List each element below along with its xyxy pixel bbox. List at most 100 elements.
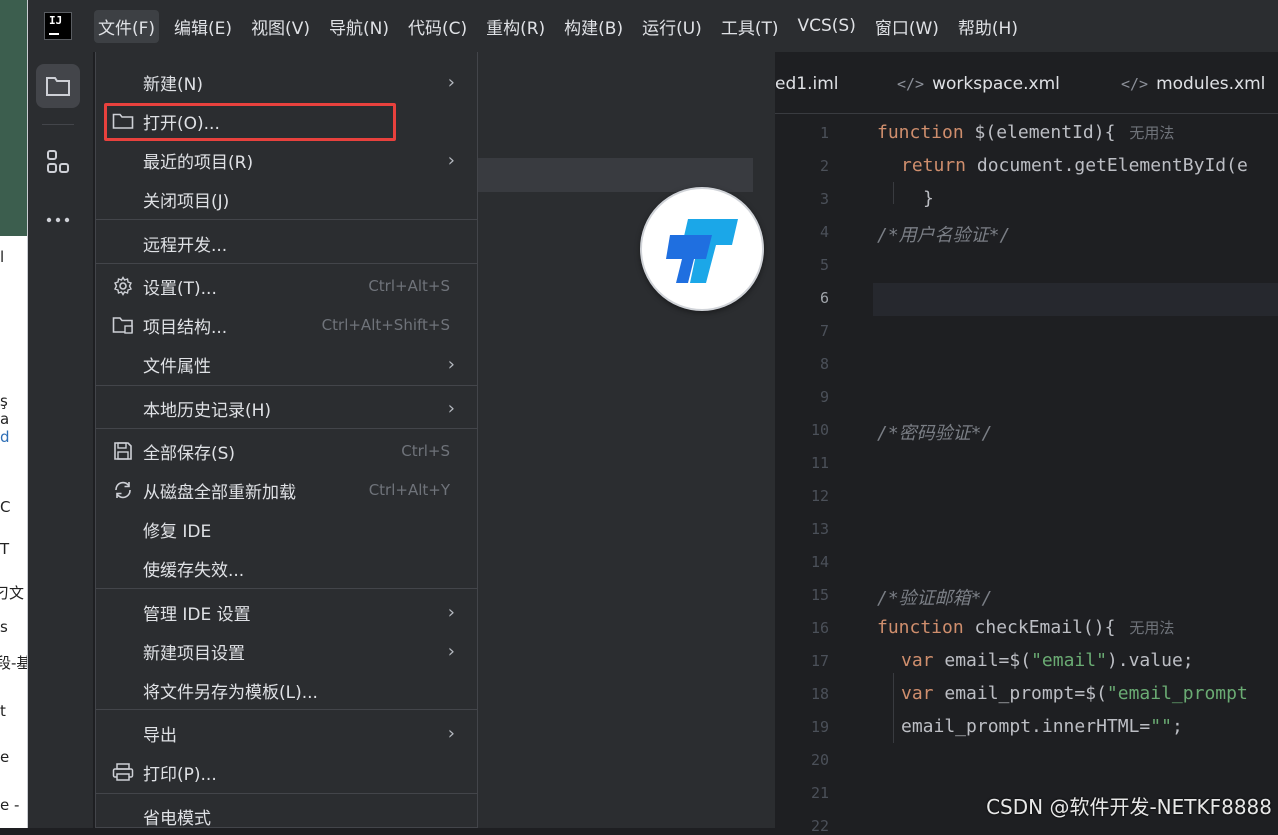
file-menu-dropdown: 新建(N)›打开(O)...最近的项目(R)›关闭项目(J)远程开发...设置(… (95, 52, 478, 828)
menu-separator (96, 219, 477, 220)
line-number: 6 (820, 289, 829, 307)
file-menu-item[interactable]: 全部保存(S)Ctrl+S (96, 433, 477, 469)
background-text: 刁文 (0, 582, 24, 603)
file-menu-item[interactable]: 远程开发... (96, 225, 477, 261)
menu-refactor[interactable]: 重构(R) (486, 14, 545, 39)
file-menu-item[interactable]: 文件属性 › (96, 346, 477, 382)
line-number: 5 (820, 256, 829, 274)
menu-separator (96, 793, 477, 794)
line-number: 21 (811, 784, 829, 802)
menu-window[interactable]: 窗口(W) (875, 14, 939, 39)
menu-item-label: 省电模式 (143, 804, 211, 829)
file-menu-item[interactable]: 打印(P)... (96, 754, 477, 790)
menu-item-label: 将文件另存为模板(L)... (143, 678, 318, 703)
file-menu-item[interactable]: 导出 › (96, 715, 477, 751)
menu-vcs[interactable]: VCS(S) (797, 16, 855, 36)
background-text: 段-基 (0, 652, 28, 673)
menu-item-label: 新建(N) (143, 70, 203, 95)
background-window-header (0, 0, 28, 236)
chevron-right-icon: › (448, 398, 455, 419)
watermark: CSDN @软件开发-NETKF8888 (986, 791, 1272, 820)
project-tool-button[interactable] (36, 64, 80, 108)
reload-icon (112, 479, 134, 501)
line-number: 19 (811, 718, 829, 736)
line-number: 14 (811, 553, 829, 571)
line-number-gutter: 12345678910111213141516171819202122 (775, 114, 865, 828)
code-line-10[interactable]: /*密码验证*/ (877, 419, 992, 445)
menu-separator (96, 588, 477, 589)
background-window-strip: l ş a d C T 刁文 s 段-基 t e e - (0, 0, 28, 828)
menu-code[interactable]: 代码(C) (408, 14, 467, 39)
file-menu-item[interactable]: 修复 IDE (96, 511, 477, 547)
background-text: d (0, 428, 10, 446)
file-menu-item[interactable]: 项目结构...Ctrl+Alt+Shift+S (96, 307, 477, 343)
background-text: e - (0, 796, 19, 814)
file-menu-item[interactable]: 新建项目设置› (96, 633, 477, 669)
file-menu-item[interactable]: 设置(T)...Ctrl+Alt+S (96, 268, 477, 304)
stripe-divider (42, 124, 74, 125)
code-line-15[interactable]: /*验证邮箱*/ (877, 584, 992, 610)
line-number: 16 (811, 619, 829, 637)
chevron-right-icon: › (448, 723, 455, 744)
menu-item-label: 使缓存失效... (143, 556, 244, 581)
file-menu-item[interactable]: 从磁盘全部重新加载 Ctrl+Alt+Y (96, 472, 477, 508)
code-line-2[interactable]: return document.getElementById(e (901, 155, 1248, 176)
code-line-19[interactable]: email_prompt.innerHTML=""; (901, 716, 1183, 737)
code-line-18[interactable]: var email_prompt=$("email_prompt (901, 683, 1248, 704)
file-menu-item[interactable]: 最近的项目(R)› (96, 142, 477, 178)
menu-item-label: 最近的项目(R) (143, 148, 253, 173)
file-menu-item[interactable]: 本地历史记录(H) › (96, 390, 477, 426)
background-text: l (0, 248, 4, 266)
annotation-highlight-box (104, 103, 396, 141)
menu-help[interactable]: 帮助(H) (958, 14, 1018, 39)
chevron-right-icon: › (448, 354, 455, 375)
menu-item-label: 全部保存(S) (143, 439, 235, 464)
background-text: a (0, 410, 9, 428)
menu-item-label: 本地历史记录(H) (143, 396, 271, 421)
line-number: 13 (811, 520, 829, 538)
file-menu-item[interactable]: 将文件另存为模板(L)... (96, 672, 477, 708)
line-number: 11 (811, 454, 829, 472)
code-line-17[interactable]: var email=$("email").value; (901, 650, 1194, 671)
inlay-hint-no-usages: 无用法 (1129, 124, 1174, 142)
code-line-4[interactable]: /*用户名验证*/ (877, 221, 1010, 247)
file-menu-item[interactable]: 管理 IDE 设置› (96, 594, 477, 630)
code-line-3[interactable]: } (923, 188, 934, 209)
structure-icon (45, 149, 71, 175)
menu-item-label: 修复 IDE (143, 517, 211, 542)
file-menu-item[interactable]: 使缓存失效... (96, 550, 477, 586)
tab-workspace-xml[interactable]: </>workspace.xml (897, 74, 1060, 94)
menu-run[interactable]: 运行(U) (642, 14, 702, 39)
menu-edit[interactable]: 编辑(E) (174, 14, 232, 39)
indent-guide (893, 673, 894, 743)
file-menu-item[interactable]: 省电模式 (96, 798, 477, 834)
structure-tool-button[interactable] (36, 140, 80, 184)
menu-item-label: 文件属性 (143, 352, 211, 377)
file-menu-item[interactable]: 关闭项目(J) (96, 181, 477, 217)
menu-file[interactable]: 文件(F) (94, 10, 159, 43)
project-structure-icon (112, 314, 134, 336)
menu-item-shortcut: Ctrl+Alt+Y (369, 481, 450, 499)
menu-item-label: 导出 (143, 721, 177, 746)
blue-logo-icon (642, 189, 766, 313)
line-number: 8 (820, 355, 829, 373)
file-menu-item[interactable]: 新建(N)› (96, 64, 477, 100)
menu-build[interactable]: 构建(B) (564, 14, 623, 39)
floating-app-logo[interactable] (640, 187, 764, 311)
line-number: 10 (811, 421, 829, 439)
more-tools-button[interactable] (36, 198, 80, 242)
menu-item-label: 从磁盘全部重新加载 (143, 478, 296, 503)
tab-modules-xml[interactable]: </>modules.xml (1121, 74, 1265, 94)
code-line-1[interactable]: function $(elementId){无用法 (877, 122, 1174, 143)
intellij-logo-icon[interactable]: IJ (44, 12, 72, 40)
current-line-highlight (873, 283, 1278, 316)
menu-tools[interactable]: 工具(T) (721, 14, 779, 39)
background-text: C (0, 498, 10, 516)
code-line-16[interactable]: function checkEmail(){无用法 (877, 617, 1174, 638)
print-icon (112, 761, 134, 783)
menu-navigate[interactable]: 导航(N) (329, 14, 389, 39)
line-number: 1 (820, 124, 829, 142)
line-number: 2 (820, 157, 829, 175)
menu-view[interactable]: 视图(V) (251, 14, 310, 39)
tab-iml[interactable]: ed1.iml (775, 74, 838, 94)
